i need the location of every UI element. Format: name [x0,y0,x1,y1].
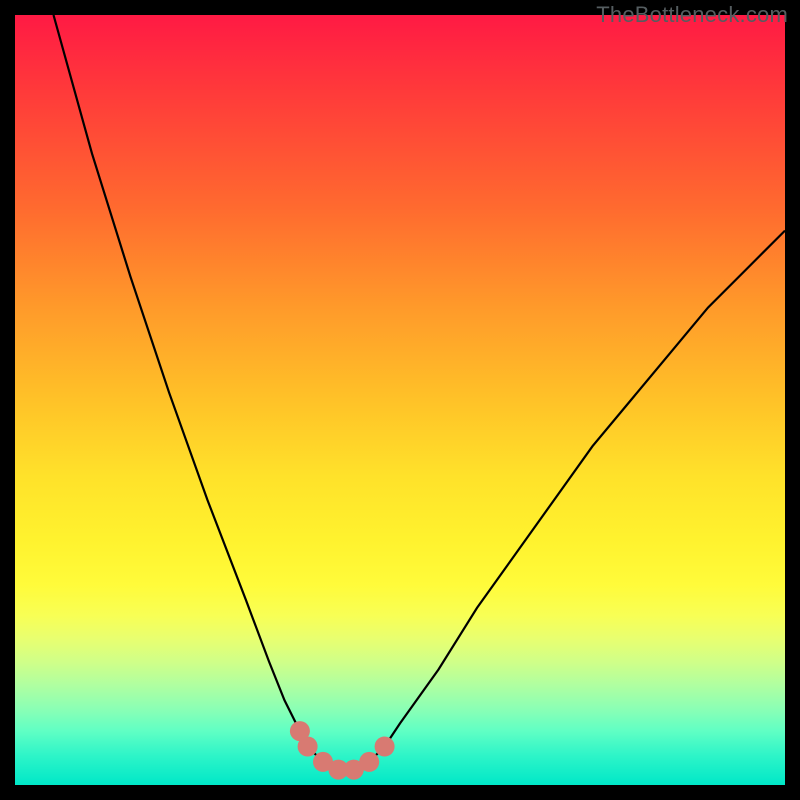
chart-frame: TheBottleneck.com [0,0,800,800]
bottleneck-curve-svg [15,15,785,785]
flat-zone-markers [290,721,395,780]
chart-plot-area [15,15,785,785]
watermark-text: TheBottleneck.com [596,2,788,28]
flat-zone-marker [298,737,318,757]
bottleneck-curve-path [54,15,786,770]
flat-zone-marker [375,737,395,757]
flat-zone-marker [359,752,379,772]
